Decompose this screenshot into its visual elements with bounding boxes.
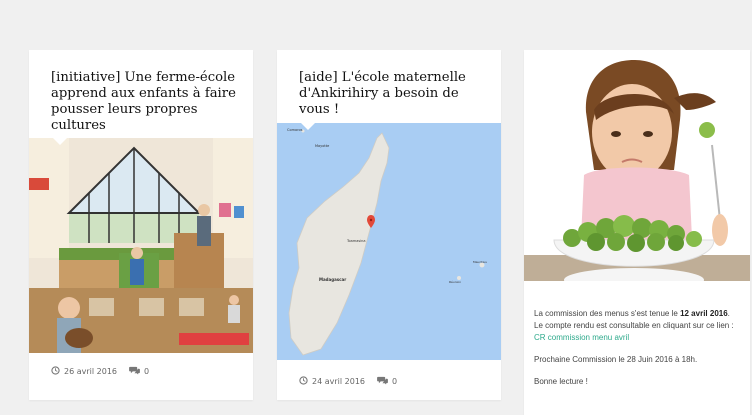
post-image-girl-sprouts[interactable] bbox=[524, 50, 750, 292]
post-meta: 26 avril 2016 0 bbox=[51, 366, 149, 377]
clock-icon bbox=[51, 366, 60, 377]
map-label: Madagascar bbox=[319, 277, 346, 282]
title-notch bbox=[301, 123, 315, 130]
comment-count[interactable]: 0 bbox=[144, 367, 149, 376]
map-label: Réunion bbox=[449, 280, 461, 284]
comment-icon[interactable] bbox=[129, 366, 140, 377]
post-image-farm-school[interactable] bbox=[29, 138, 253, 353]
post-date: 26 avril 2016 bbox=[64, 367, 117, 376]
post-excerpt: La commission des menus s'est tenue le 1… bbox=[534, 308, 739, 398]
title-notch bbox=[53, 138, 67, 145]
map-label: Toamasina bbox=[346, 239, 366, 243]
report-link[interactable]: CR commission menu avril bbox=[534, 333, 629, 342]
post-card-farm-school: [initiative] Une ferme-école apprend aux… bbox=[29, 50, 253, 400]
post-title[interactable]: [aide] L'école maternelle d'Ankirihiry a… bbox=[299, 70, 484, 118]
post-card-ankirihiry: [aide] L'école maternelle d'Ankirihiry a… bbox=[277, 50, 501, 400]
closing-text: Bonne lecture ! bbox=[534, 377, 588, 386]
post-meta: 24 avril 2016 0 bbox=[299, 376, 397, 387]
comment-count[interactable]: 0 bbox=[392, 377, 397, 386]
post-card-menu-commission: La commission des menus s'est tenue le 1… bbox=[524, 50, 750, 415]
post-image-madagascar-map[interactable]: Comoros Mayotte Toamasina Madagascar Mau… bbox=[277, 123, 501, 360]
map-label: Mauritius bbox=[473, 260, 487, 264]
clock-icon bbox=[299, 376, 308, 387]
comment-icon[interactable] bbox=[377, 376, 388, 387]
excerpt-paragraph: La commission des menus s'est tenue le 1… bbox=[534, 309, 734, 342]
post-title[interactable]: [initiative] Une ferme-école apprend aux… bbox=[51, 70, 236, 134]
post-date: 24 avril 2016 bbox=[312, 377, 365, 386]
meeting-date: 12 avril 2016 bbox=[680, 309, 728, 318]
map-label: Mayotte bbox=[315, 144, 329, 148]
next-meeting-text: Prochaine Commission le 28 Juin 2016 à 1… bbox=[534, 355, 698, 364]
